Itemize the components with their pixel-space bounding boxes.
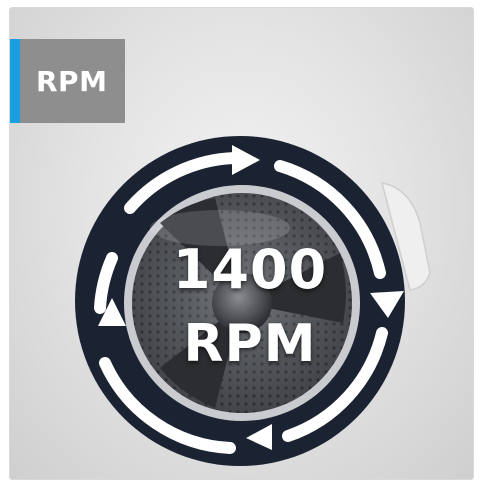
spin-speed-value: 1400: [172, 238, 328, 301]
badge-accent-stripe: [10, 39, 20, 123]
badge-label: RPM: [36, 64, 108, 98]
spin-speed-unit: RPM: [183, 314, 317, 374]
feature-card: RPM 1400 RPM: [10, 8, 473, 479]
rpm-badge: RPM: [10, 39, 125, 123]
